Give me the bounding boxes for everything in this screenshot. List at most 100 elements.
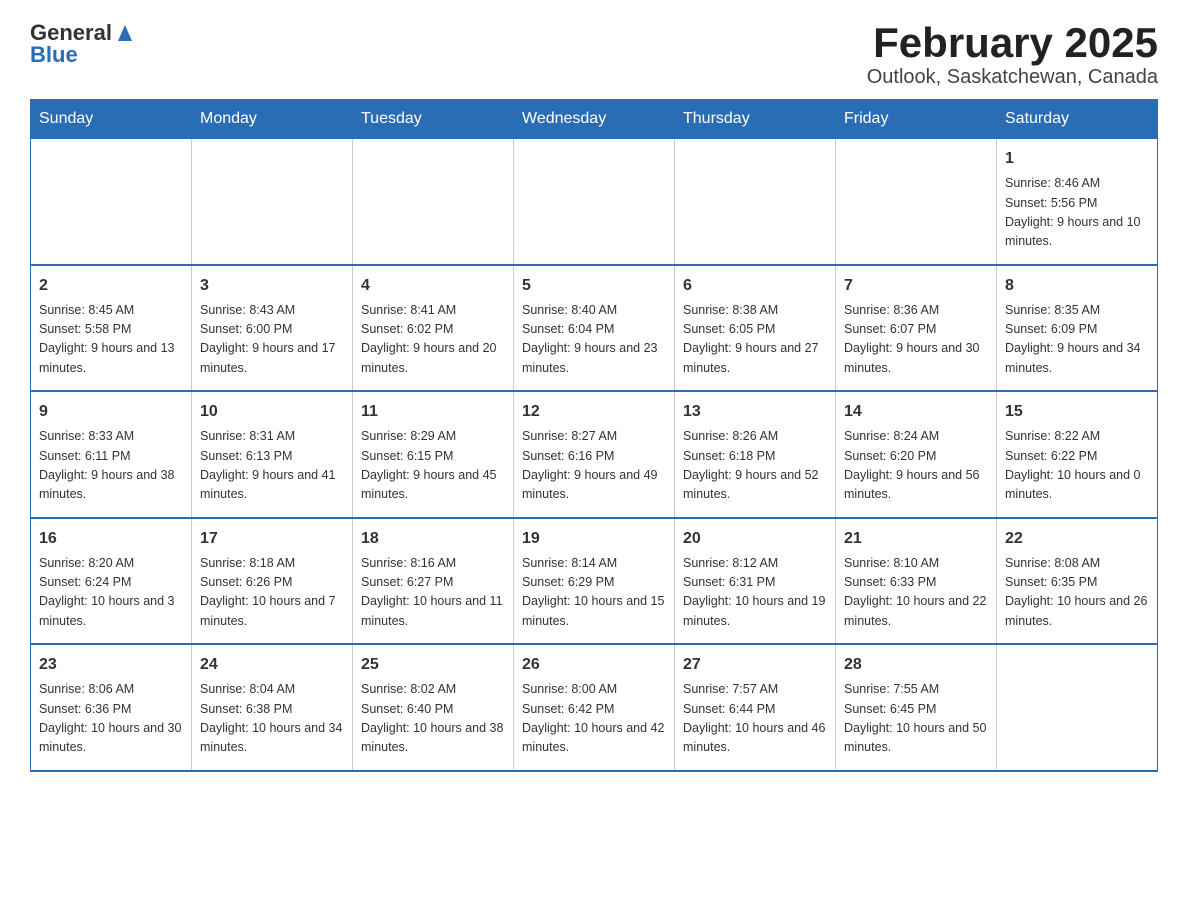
page-subtitle: Outlook, Saskatchewan, Canada	[867, 66, 1158, 89]
day-info: Sunrise: 8:02 AM Sunset: 6:40 PM Dayligh…	[361, 680, 505, 758]
day-info: Sunrise: 8:08 AM Sunset: 6:35 PM Dayligh…	[1005, 554, 1149, 632]
day-number: 8	[1005, 274, 1149, 298]
col-monday: Monday	[192, 100, 353, 139]
calendar-cell: 8 Sunrise: 8:35 AM Sunset: 6:09 PM Daylig…	[997, 265, 1158, 392]
col-wednesday: Wednesday	[514, 100, 675, 139]
day-number: 1	[1005, 147, 1149, 171]
calendar-cell: 11 Sunrise: 8:29 AM Sunset: 6:15 PM Dayli…	[353, 391, 514, 518]
day-number: 15	[1005, 400, 1149, 424]
day-info: Sunrise: 8:04 AM Sunset: 6:38 PM Dayligh…	[200, 680, 344, 758]
col-friday: Friday	[836, 100, 997, 139]
calendar-header-row: Sunday Monday Tuesday Wednesday Thursday…	[31, 100, 1158, 139]
logo-blue-text: Blue	[30, 42, 78, 68]
calendar-cell: 10Sunrise: 8:31 AM Sunset: 6:13 PM Dayli…	[192, 391, 353, 518]
day-number: 19	[522, 527, 666, 551]
day-number: 21	[844, 527, 988, 551]
logo: General Blue	[30, 20, 136, 68]
calendar-cell: 21Sunrise: 8:10 AM Sunset: 6:33 PM Dayli…	[836, 518, 997, 645]
col-thursday: Thursday	[675, 100, 836, 139]
day-number: 2	[39, 274, 183, 298]
day-info: Sunrise: 8:22 AM Sunset: 6:22 PM Dayligh…	[1005, 427, 1149, 505]
day-info: Sunrise: 8:29 AM Sunset: 6:15 PM Dayligh…	[361, 427, 505, 505]
calendar-week-row: 9 Sunrise: 8:33 AM Sunset: 6:11 PM Daylig…	[31, 391, 1158, 518]
col-tuesday: Tuesday	[353, 100, 514, 139]
page-title: February 2025	[867, 20, 1158, 66]
calendar-cell	[31, 139, 192, 265]
day-info: Sunrise: 7:57 AM Sunset: 6:44 PM Dayligh…	[683, 680, 827, 758]
calendar-cell: 20 Sunrise: 8:12 AM Sunset: 6:31 PM Dayli…	[675, 518, 836, 645]
day-info: Sunrise: 8:40 AM Sunset: 6:04 PM Dayligh…	[522, 301, 666, 379]
day-number: 10	[200, 400, 344, 424]
day-number: 6	[683, 274, 827, 298]
calendar-cell: 15 Sunrise: 8:22 AM Sunset: 6:22 PM Dayli…	[997, 391, 1158, 518]
calendar-week-row: 2 Sunrise: 8:45 AM Sunset: 5:58 PM Daylig…	[31, 265, 1158, 392]
calendar-cell: 18Sunrise: 8:16 AM Sunset: 6:27 PM Dayli…	[353, 518, 514, 645]
col-saturday: Saturday	[997, 100, 1158, 139]
calendar-cell: 1 Sunrise: 8:46 AM Sunset: 5:56 PM Daylig…	[997, 139, 1158, 265]
day-number: 25	[361, 653, 505, 677]
calendar-cell: 12 Sunrise: 8:27 AM Sunset: 6:16 PM Dayli…	[514, 391, 675, 518]
calendar-cell	[353, 139, 514, 265]
calendar-cell: 5 Sunrise: 8:40 AM Sunset: 6:04 PM Daylig…	[514, 265, 675, 392]
calendar-week-row: 16 Sunrise: 8:20 AM Sunset: 6:24 PM Dayli…	[31, 518, 1158, 645]
calendar-cell: 19 Sunrise: 8:14 AM Sunset: 6:29 PM Dayli…	[514, 518, 675, 645]
day-number: 17	[200, 527, 344, 551]
day-number: 9	[39, 400, 183, 424]
day-info: Sunrise: 8:38 AM Sunset: 6:05 PM Dayligh…	[683, 301, 827, 379]
day-info: Sunrise: 8:45 AM Sunset: 5:58 PM Dayligh…	[39, 301, 183, 379]
calendar-cell	[514, 139, 675, 265]
day-number: 11	[361, 400, 505, 424]
day-info: Sunrise: 8:26 AM Sunset: 6:18 PM Dayligh…	[683, 427, 827, 505]
day-number: 28	[844, 653, 988, 677]
day-number: 5	[522, 274, 666, 298]
logo-triangle-icon	[114, 23, 136, 43]
calendar-cell: 6 Sunrise: 8:38 AM Sunset: 6:05 PM Daylig…	[675, 265, 836, 392]
calendar-cell: 16 Sunrise: 8:20 AM Sunset: 6:24 PM Dayli…	[31, 518, 192, 645]
day-info: Sunrise: 8:27 AM Sunset: 6:16 PM Dayligh…	[522, 427, 666, 505]
calendar-cell: 14Sunrise: 8:24 AM Sunset: 6:20 PM Dayli…	[836, 391, 997, 518]
calendar-cell	[997, 644, 1158, 771]
day-number: 24	[200, 653, 344, 677]
calendar-cell: 22 Sunrise: 8:08 AM Sunset: 6:35 PM Dayli…	[997, 518, 1158, 645]
calendar-cell: 28 Sunrise: 7:55 AM Sunset: 6:45 PM Dayli…	[836, 644, 997, 771]
calendar-cell	[675, 139, 836, 265]
calendar-cell: 27 Sunrise: 7:57 AM Sunset: 6:44 PM Dayli…	[675, 644, 836, 771]
page-header: General Blue February 2025 Outlook, Sask…	[30, 20, 1158, 89]
calendar-table: Sunday Monday Tuesday Wednesday Thursday…	[30, 99, 1158, 772]
day-number: 20	[683, 527, 827, 551]
day-info: Sunrise: 8:35 AM Sunset: 6:09 PM Dayligh…	[1005, 301, 1149, 379]
day-info: Sunrise: 8:33 AM Sunset: 6:11 PM Dayligh…	[39, 427, 183, 505]
calendar-cell: 7 Sunrise: 8:36 AM Sunset: 6:07 PM Daylig…	[836, 265, 997, 392]
day-info: Sunrise: 8:00 AM Sunset: 6:42 PM Dayligh…	[522, 680, 666, 758]
day-info: Sunrise: 8:36 AM Sunset: 6:07 PM Dayligh…	[844, 301, 988, 379]
day-number: 14	[844, 400, 988, 424]
day-number: 26	[522, 653, 666, 677]
calendar-week-row: 23Sunrise: 8:06 AM Sunset: 6:36 PM Dayli…	[31, 644, 1158, 771]
calendar-cell: 2 Sunrise: 8:45 AM Sunset: 5:58 PM Daylig…	[31, 265, 192, 392]
day-number: 22	[1005, 527, 1149, 551]
calendar-cell: 13Sunrise: 8:26 AM Sunset: 6:18 PM Dayli…	[675, 391, 836, 518]
day-info: Sunrise: 8:12 AM Sunset: 6:31 PM Dayligh…	[683, 554, 827, 632]
calendar-cell: 26 Sunrise: 8:00 AM Sunset: 6:42 PM Dayli…	[514, 644, 675, 771]
day-info: Sunrise: 7:55 AM Sunset: 6:45 PM Dayligh…	[844, 680, 988, 758]
day-number: 12	[522, 400, 666, 424]
day-info: Sunrise: 8:20 AM Sunset: 6:24 PM Dayligh…	[39, 554, 183, 632]
day-info: Sunrise: 8:43 AM Sunset: 6:00 PM Dayligh…	[200, 301, 344, 379]
day-info: Sunrise: 8:41 AM Sunset: 6:02 PM Dayligh…	[361, 301, 505, 379]
calendar-cell	[192, 139, 353, 265]
day-info: Sunrise: 8:14 AM Sunset: 6:29 PM Dayligh…	[522, 554, 666, 632]
calendar-cell: 24 Sunrise: 8:04 AM Sunset: 6:38 PM Dayli…	[192, 644, 353, 771]
calendar-week-row: 1 Sunrise: 8:46 AM Sunset: 5:56 PM Daylig…	[31, 139, 1158, 265]
day-info: Sunrise: 8:06 AM Sunset: 6:36 PM Dayligh…	[39, 680, 183, 758]
calendar-cell: 4 Sunrise: 8:41 AM Sunset: 6:02 PM Daylig…	[353, 265, 514, 392]
day-number: 4	[361, 274, 505, 298]
title-block: February 2025 Outlook, Saskatchewan, Can…	[867, 20, 1158, 89]
day-info: Sunrise: 8:46 AM Sunset: 5:56 PM Dayligh…	[1005, 174, 1149, 252]
day-number: 16	[39, 527, 183, 551]
day-number: 27	[683, 653, 827, 677]
calendar-cell: 17 Sunrise: 8:18 AM Sunset: 6:26 PM Dayli…	[192, 518, 353, 645]
day-number: 7	[844, 274, 988, 298]
day-number: 18	[361, 527, 505, 551]
col-sunday: Sunday	[31, 100, 192, 139]
day-info: Sunrise: 8:18 AM Sunset: 6:26 PM Dayligh…	[200, 554, 344, 632]
